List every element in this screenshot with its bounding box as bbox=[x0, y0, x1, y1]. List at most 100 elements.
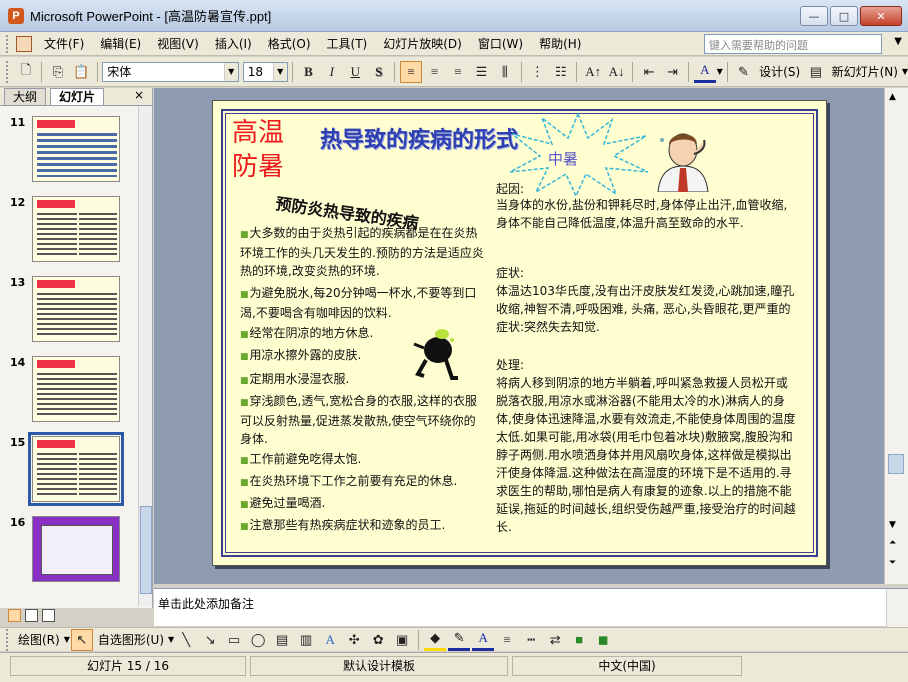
arrow-style-icon[interactable]: ⇄ bbox=[544, 629, 566, 651]
help-search-input[interactable]: 键入需要帮助的问题 bbox=[704, 34, 882, 54]
normal-view-icon[interactable] bbox=[8, 609, 21, 622]
running-figure-clipart[interactable] bbox=[412, 326, 462, 382]
menu-window[interactable]: 窗口(W) bbox=[470, 33, 531, 55]
previous-slide-icon[interactable]: ⏶ bbox=[889, 538, 896, 548]
line-style-icon[interactable]: ≡ bbox=[496, 629, 518, 651]
rectangle-icon[interactable]: ▭ bbox=[223, 629, 245, 651]
new-slide-button[interactable]: 新幻灯片(N) bbox=[828, 63, 902, 80]
slide-vertical-scrollbar[interactable]: ▲ ▼ ⏶ ⏷ bbox=[884, 88, 908, 584]
minimize-button[interactable]: — bbox=[800, 6, 828, 26]
toolbar-grip[interactable] bbox=[6, 628, 10, 651]
slide-title-big[interactable]: 高温防暑 bbox=[232, 116, 302, 184]
help-dropdown-icon[interactable]: ▼ bbox=[894, 36, 902, 47]
shadow-style-icon[interactable]: ■ bbox=[568, 629, 590, 651]
autoshapes-button[interactable]: 自选图形(U) bbox=[94, 631, 168, 648]
clipart-icon[interactable]: ✿ bbox=[367, 629, 389, 651]
slide-thumbnail-15[interactable]: 15 bbox=[10, 432, 124, 506]
close-button[interactable]: ✕ bbox=[860, 6, 902, 26]
font-color-icon[interactable]: A bbox=[472, 629, 495, 651]
increase-font-icon[interactable]: A↑ bbox=[582, 61, 603, 83]
menu-help[interactable]: 帮助(H) bbox=[531, 33, 589, 55]
arrow-icon[interactable]: ↘ bbox=[199, 629, 221, 651]
scrollbar-thumb[interactable] bbox=[888, 454, 904, 474]
align-center-icon[interactable]: ≡ bbox=[424, 61, 445, 83]
symptom-heading[interactable]: 症状: bbox=[496, 264, 798, 282]
maximize-button[interactable]: □ bbox=[830, 6, 858, 26]
font-name-select[interactable]: 宋体 ▼ bbox=[102, 61, 239, 82]
font-size-select[interactable]: 18 ▼ bbox=[242, 61, 288, 82]
toolbar-options-icon[interactable]: ▼ bbox=[902, 67, 908, 76]
picture-icon[interactable]: ▣ bbox=[391, 629, 413, 651]
textbox-icon[interactable]: ▤ bbox=[271, 629, 293, 651]
slide-thumbnail-12[interactable]: 12 bbox=[10, 196, 120, 262]
slide-thumbnail-16[interactable]: 16 bbox=[10, 516, 120, 582]
scroll-up-icon[interactable]: ▲ bbox=[889, 92, 896, 102]
chevron-down-icon[interactable]: ▼ bbox=[64, 635, 70, 644]
increase-indent-icon[interactable]: ⇥ bbox=[662, 61, 683, 83]
3d-style-icon[interactable]: ◼ bbox=[592, 629, 614, 651]
numbering-icon[interactable]: ⋮ bbox=[527, 61, 548, 83]
chevron-down-icon[interactable]: ▼ bbox=[717, 67, 723, 76]
slide-thumbnail-14[interactable]: 14 bbox=[10, 356, 120, 422]
underline-button[interactable]: U bbox=[345, 61, 366, 83]
menu-format[interactable]: 格式(O) bbox=[260, 33, 319, 55]
treatment-heading[interactable]: 处理: bbox=[496, 356, 798, 374]
justify-icon[interactable]: ☰ bbox=[471, 61, 492, 83]
menu-tools[interactable]: 工具(T) bbox=[319, 33, 376, 55]
treatment-text[interactable]: 将病人移到阴凉的地方半躺着,呼叫紧急救援人员松开或脱落衣服,用凉水或淋浴器(不能… bbox=[496, 374, 798, 536]
font-color-icon[interactable]: A bbox=[694, 61, 716, 83]
select-pointer-icon[interactable]: ↖ bbox=[70, 628, 93, 651]
close-pane-icon[interactable]: × bbox=[134, 88, 144, 102]
diagram-icon[interactable]: ✣ bbox=[343, 629, 365, 651]
list-item: ■工作前避免吃得太饱. bbox=[240, 452, 362, 466]
paste-icon[interactable]: 📋 bbox=[71, 61, 92, 83]
line-color-icon[interactable]: ✎ bbox=[448, 629, 471, 651]
align-right-icon[interactable]: ≡ bbox=[447, 61, 468, 83]
design-button[interactable]: 设计(S) bbox=[755, 63, 804, 80]
menu-slideshow[interactable]: 幻灯片放映(D) bbox=[375, 33, 470, 55]
tab-slides[interactable]: 幻灯片 bbox=[50, 88, 105, 105]
menu-view[interactable]: 视图(V) bbox=[149, 33, 207, 55]
status-bar: 幻灯片 15 / 16 默认设计模板 中文(中国) bbox=[0, 652, 908, 682]
notes-scrollbar[interactable] bbox=[886, 589, 908, 627]
slide-thumbnail-13[interactable]: 13 bbox=[10, 276, 120, 342]
notes-placeholder[interactable]: 单击此处添加备注 bbox=[158, 595, 254, 612]
tab-outline[interactable]: 大纲 bbox=[4, 88, 47, 105]
vertical-textbox-icon[interactable]: ▥ bbox=[295, 629, 317, 651]
menu-insert[interactable]: 插入(I) bbox=[207, 33, 260, 55]
distribute-icon[interactable]: ⫼ bbox=[494, 61, 515, 83]
wordart-icon[interactable]: A bbox=[319, 629, 341, 651]
draw-menu-button[interactable]: 绘图(R) bbox=[14, 631, 64, 648]
new-document-icon[interactable]: 🗋 bbox=[15, 61, 36, 83]
menu-file[interactable]: 文件(F) bbox=[36, 33, 92, 55]
chevron-down-icon[interactable]: ▼ bbox=[223, 62, 238, 81]
oval-icon[interactable]: ◯ bbox=[247, 629, 269, 651]
line-icon[interactable]: ╲ bbox=[175, 629, 197, 651]
document-icon[interactable] bbox=[16, 35, 32, 52]
italic-button[interactable]: I bbox=[321, 61, 342, 83]
next-slide-icon[interactable]: ⏷ bbox=[889, 558, 896, 568]
slides-pane-scrollbar[interactable] bbox=[138, 106, 152, 606]
copy-icon[interactable]: ⎘ bbox=[47, 61, 68, 83]
bold-button[interactable]: B bbox=[298, 61, 319, 83]
align-left-icon[interactable]: ≡ bbox=[400, 60, 422, 83]
bullets-icon[interactable]: ☷ bbox=[550, 61, 571, 83]
decrease-font-icon[interactable]: A↓ bbox=[606, 61, 627, 83]
menu-grip[interactable] bbox=[6, 34, 10, 53]
shadow-button[interactable]: S bbox=[368, 61, 389, 83]
toolbar-grip[interactable] bbox=[6, 60, 10, 83]
slideshow-view-icon[interactable] bbox=[42, 609, 55, 622]
slide-thumbnail-11[interactable]: 11 bbox=[10, 116, 120, 182]
slide-title[interactable]: 热导致的疾病的形式 bbox=[320, 122, 518, 154]
scroll-down-icon[interactable]: ▼ bbox=[889, 520, 896, 530]
notes-pane[interactable]: 单击此处添加备注 bbox=[154, 588, 908, 627]
slide-sorter-view-icon[interactable] bbox=[25, 609, 38, 622]
menu-edit[interactable]: 编辑(E) bbox=[92, 33, 149, 55]
fill-color-icon[interactable]: ◆ bbox=[424, 629, 447, 651]
cause-text[interactable]: 当身体的水份,盐份和钾耗尽时,身体停止出汗,血管收缩,身体不能自己降低温度,体温… bbox=[496, 196, 798, 232]
chevron-down-icon[interactable]: ▼ bbox=[168, 635, 174, 644]
dash-style-icon[interactable]: ┅ bbox=[520, 629, 542, 651]
symptom-text[interactable]: 体温达103华氏度,没有出汗皮肤发红发烫,心跳加速,瞳孔收缩,神智不清,呼吸困难… bbox=[496, 282, 798, 336]
chevron-down-icon[interactable]: ▼ bbox=[272, 62, 287, 81]
decrease-indent-icon[interactable]: ⇤ bbox=[638, 61, 659, 83]
